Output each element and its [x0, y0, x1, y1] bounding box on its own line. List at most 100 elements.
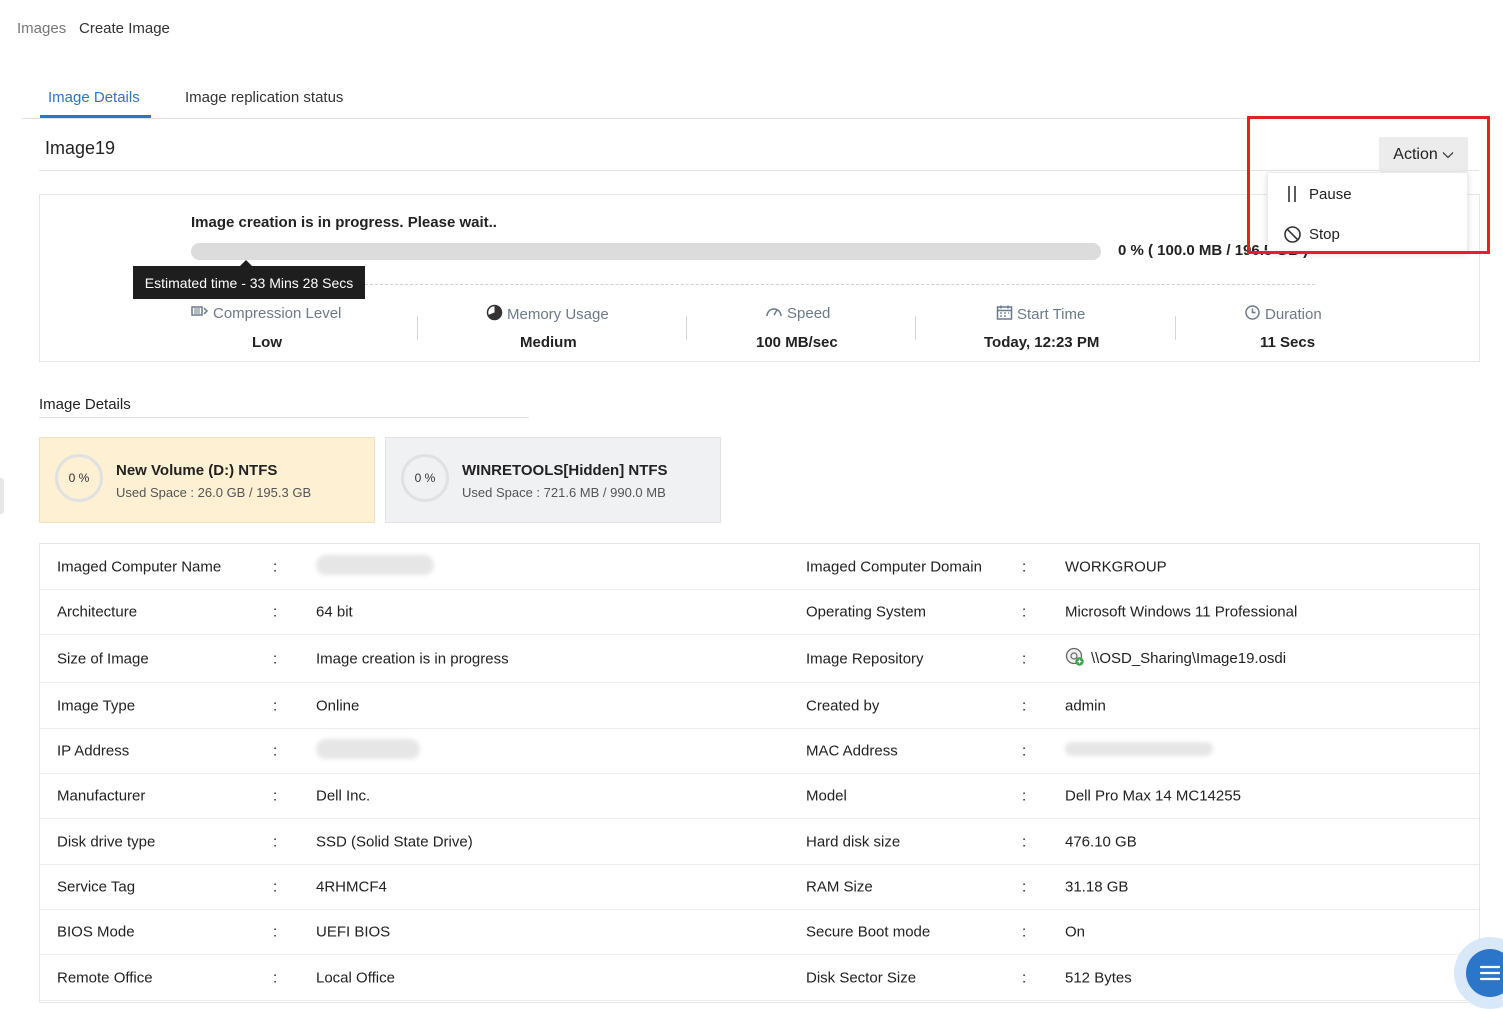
detail-separator: : [1022, 969, 1027, 986]
redacted-computer-name [316, 554, 434, 579]
table-row: Size of Image : Image creation is in pro… [40, 635, 1479, 683]
detail-separator: : [273, 742, 278, 760]
volume-used-space: Used Space : 26.0 GB / 195.3 GB [116, 485, 312, 500]
table-row: Remote Office : Local Office Disk Sector… [40, 955, 1479, 1001]
detail-separator: : [273, 558, 278, 575]
menu-item-stop[interactable]: Stop [1268, 215, 1467, 253]
table-row: Image Type : Online Created by : admin [40, 683, 1479, 729]
dashed-divider [365, 284, 1315, 285]
detail-label: Remote Office [57, 969, 153, 986]
detail-separator: : [1022, 878, 1027, 896]
detail-separator: : [273, 603, 278, 621]
detail-label: Image Repository [806, 650, 924, 667]
detail-separator: : [273, 650, 278, 667]
detail-label: IP Address [57, 742, 130, 760]
detail-value: Online [316, 697, 360, 714]
detail-value: UEFI BIOS [316, 923, 391, 941]
detail-label: RAM Size [806, 878, 873, 896]
redacted-mac-address [1065, 742, 1213, 760]
detail-separator: : [273, 878, 278, 896]
detail-value: On [1065, 923, 1086, 941]
stat-speed: Speed [765, 304, 830, 322]
pause-icon [1282, 184, 1302, 204]
detail-separator: : [1022, 742, 1027, 760]
volume-name: New Volume (D:) NTFS [116, 462, 278, 479]
stat-compression-level: Compression Level [191, 304, 341, 322]
detail-value: Dell Inc. [316, 787, 371, 805]
detail-label: Disk drive type [57, 833, 156, 850]
detail-value: 31.18 GB [1065, 878, 1129, 896]
detail-separator: : [1022, 558, 1027, 575]
detail-value: admin [1065, 697, 1106, 714]
side-panel-handle[interactable] [0, 478, 4, 514]
stat-value-start-time: Today, 12:23 PM [984, 334, 1100, 351]
stat-start-time: Start Time [996, 304, 1085, 325]
volume-name: WINRETOOLS[Hidden] NTFS [462, 462, 668, 479]
detail-value: 476.10 GB [1065, 833, 1137, 850]
detail-separator: : [1022, 650, 1027, 667]
table-row: Architecture : 64 bit Operating System :… [40, 590, 1479, 635]
section-title: Image Details [39, 396, 131, 413]
detail-label: Imaged Computer Domain [806, 558, 982, 575]
volume-progress-ring: 0 % [55, 454, 103, 502]
detail-separator: : [273, 923, 278, 941]
tab-image-details[interactable]: Image Details [48, 89, 140, 106]
table-row: BIOS Mode : UEFI BIOS Secure Boot mode :… [40, 910, 1479, 955]
volume-used-space: Used Space : 721.6 MB / 990.0 MB [462, 485, 666, 500]
redacted-ip-address [316, 739, 420, 763]
stat-value-compression: Low [252, 334, 282, 351]
network-share-icon [1065, 647, 1085, 671]
detail-label: Operating System [806, 603, 927, 621]
stat-duration: Duration [1244, 304, 1322, 325]
menu-item-pause[interactable]: Pause [1268, 175, 1467, 213]
detail-value: Microsoft Windows 11 Professional [1065, 603, 1298, 621]
table-row: Service Tag : 4RHMCF4 RAM Size : 31.18 G… [40, 865, 1479, 910]
stat-separator [1175, 316, 1176, 340]
breadcrumb-create-image: Create Image [79, 20, 170, 37]
stat-value-speed: 100 MB/sec [756, 334, 838, 351]
detail-separator: : [1022, 833, 1027, 850]
detail-label: Service Tag [57, 878, 136, 896]
stop-icon [1282, 224, 1302, 244]
detail-label: Created by [806, 697, 880, 714]
tab-image-replication-status[interactable]: Image replication status [185, 89, 343, 106]
table-row: IP Address : MAC Address : [40, 729, 1479, 774]
estimated-time-text: Estimated time - 33 Mins 28 Secs [144, 274, 354, 291]
action-button-label: Action [1393, 145, 1438, 163]
detail-value: WORKGROUP [1065, 558, 1167, 575]
detail-label: Secure Boot mode [806, 923, 931, 941]
speedometer-icon [765, 304, 783, 322]
detail-label: Architecture [57, 603, 138, 621]
tabs-divider [22, 118, 1492, 119]
detail-separator: : [273, 787, 278, 805]
stat-memory-usage: Memory Usage [486, 304, 609, 325]
detail-label: Size of Image [57, 650, 149, 667]
detail-separator: : [273, 833, 278, 850]
detail-label: Manufacturer [57, 787, 146, 805]
detail-value: 4RHMCF4 [316, 878, 387, 896]
stat-value-memory: Medium [520, 334, 577, 351]
action-button[interactable]: Action [1379, 137, 1468, 172]
progress-message: Image creation is in progress. Please wa… [191, 214, 497, 231]
memory-pie-icon [486, 304, 503, 325]
detail-label: Hard disk size [806, 833, 901, 850]
image-repository-value[interactable]: \\OSD_Sharing\Image19.osdi [1065, 647, 1286, 671]
title-divider [39, 170, 1479, 171]
detail-label: BIOS Mode [57, 923, 135, 941]
detail-value: SSD (Solid State Drive) [316, 833, 473, 850]
volume-progress-ring: 0 % [401, 454, 449, 502]
page-title: Image19 [45, 138, 116, 158]
detail-label: Image Type [57, 697, 136, 714]
stat-separator [915, 316, 916, 340]
details-table: Imaged Computer Name : Imaged Computer D… [39, 543, 1480, 1003]
table-row: Imaged Computer Name : Imaged Computer D… [40, 544, 1479, 590]
volume-card[interactable]: 0 % New Volume (D:) NTFS Used Space : 26… [39, 437, 375, 523]
detail-value: Dell Pro Max 14 MC14255 [1065, 787, 1241, 805]
compression-icon [191, 304, 209, 322]
breadcrumb-images[interactable]: Images [17, 20, 66, 37]
table-row: Disk drive type : SSD (Solid State Drive… [40, 819, 1479, 865]
volume-card[interactable]: 0 % WINRETOOLS[Hidden] NTFS Used Space :… [385, 437, 721, 523]
stat-separator [686, 316, 687, 340]
chevron-down-icon [1442, 146, 1454, 164]
clock-icon [1244, 304, 1261, 325]
